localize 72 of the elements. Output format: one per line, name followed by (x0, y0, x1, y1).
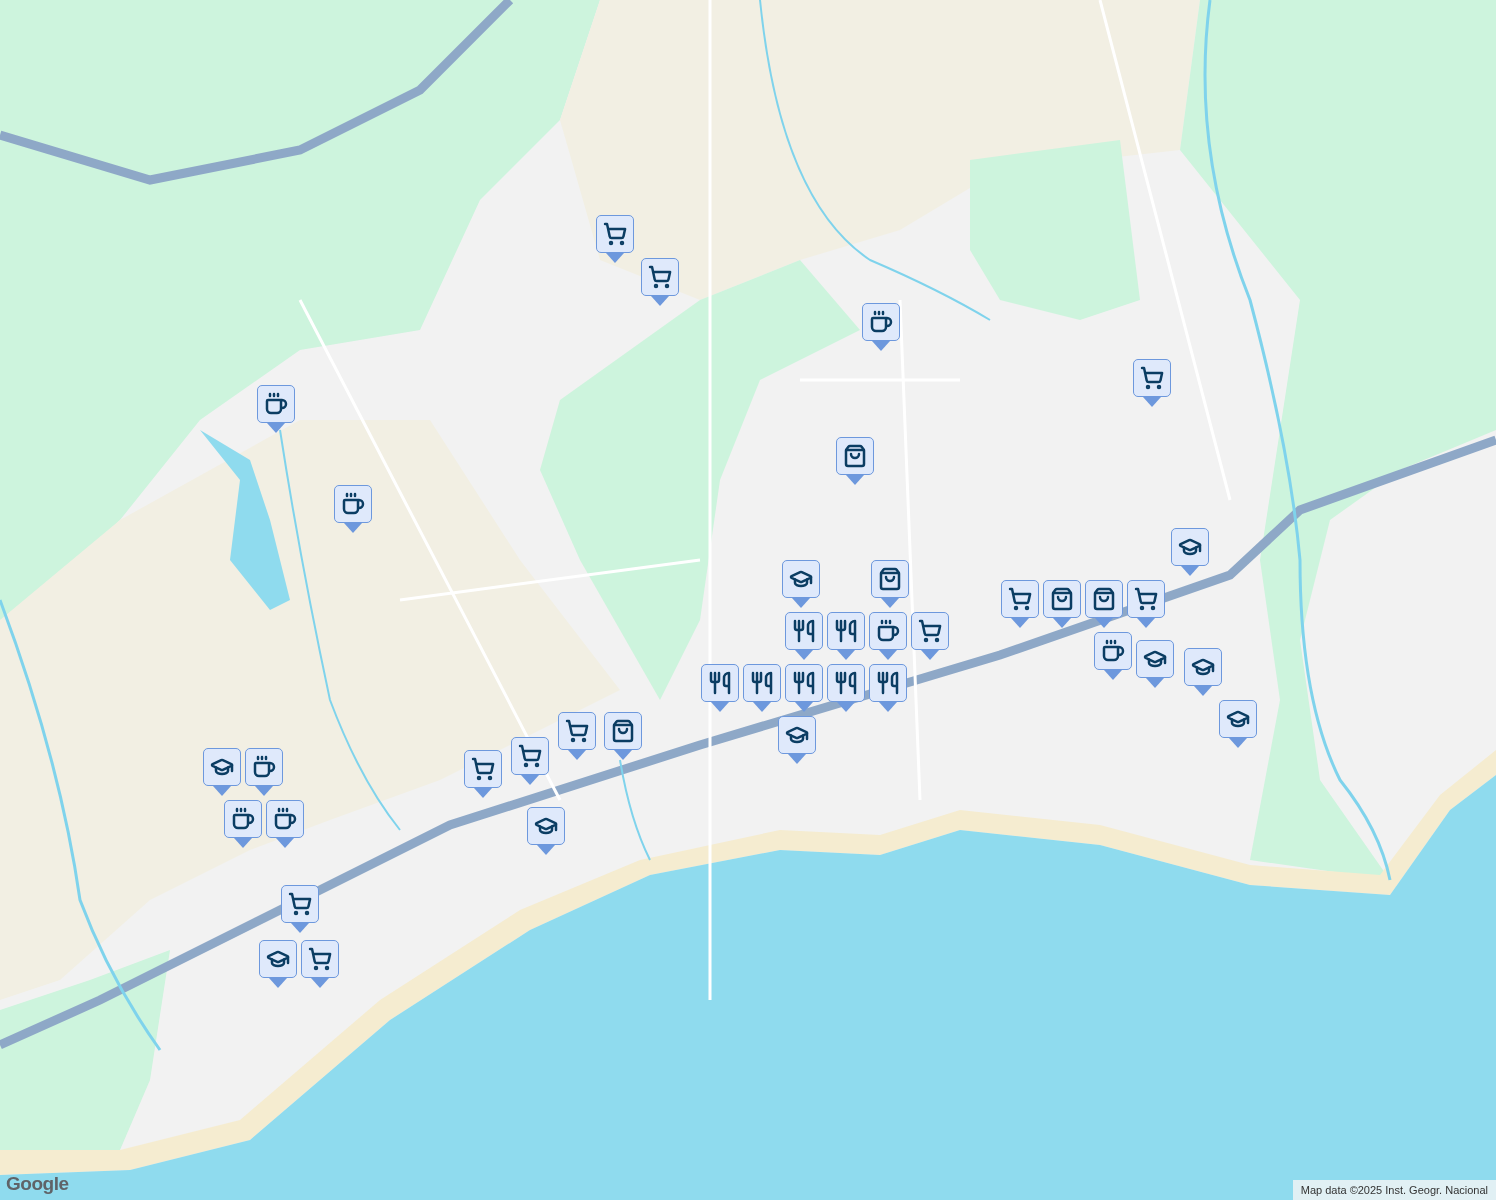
coffee-cup-icon (876, 619, 900, 643)
cart-icon (308, 947, 332, 971)
map-pin[interactable] (281, 885, 319, 933)
coffee-cup-icon (1101, 639, 1125, 663)
google-logo: Google (6, 1171, 69, 1196)
map-pin[interactable] (203, 748, 241, 796)
map-pin[interactable] (1184, 648, 1222, 696)
cart-icon (603, 222, 627, 246)
map-pin[interactable] (464, 750, 502, 798)
fork-knife-icon (708, 671, 732, 695)
map-pin[interactable] (827, 612, 865, 660)
map-pin[interactable] (1127, 580, 1165, 628)
cart-icon (471, 757, 495, 781)
map-pin[interactable] (836, 437, 874, 485)
map-pin[interactable] (1133, 359, 1171, 407)
fork-knife-icon (792, 619, 816, 643)
map-pin[interactable] (1043, 580, 1081, 628)
cart-icon (1008, 587, 1032, 611)
map-pin[interactable] (869, 612, 907, 660)
fork-knife-icon (834, 671, 858, 695)
coffee-cup-icon (252, 755, 276, 779)
map-pin[interactable] (701, 664, 739, 712)
map-pin[interactable] (511, 737, 549, 785)
map-pin[interactable] (604, 712, 642, 760)
shopping-bag-icon (1092, 587, 1116, 611)
map-pin[interactable] (334, 485, 372, 533)
map-pin[interactable] (224, 800, 262, 848)
cart-icon (288, 892, 312, 916)
map-pin[interactable] (782, 560, 820, 608)
map-pin[interactable] (785, 664, 823, 712)
map-pin[interactable] (259, 940, 297, 988)
map-pin[interactable] (1219, 700, 1257, 748)
cart-icon (648, 265, 672, 289)
fork-knife-icon (834, 619, 858, 643)
map-pin[interactable] (1001, 580, 1039, 628)
shopping-bag-icon (611, 719, 635, 743)
map-pin[interactable] (245, 748, 283, 796)
shopping-bag-icon (843, 444, 867, 468)
map-pin[interactable] (1094, 632, 1132, 680)
shopping-bag-icon (1050, 587, 1074, 611)
coffee-cup-icon (273, 807, 297, 831)
fork-knife-icon (750, 671, 774, 695)
map-pin[interactable] (1085, 580, 1123, 628)
map-pin[interactable] (266, 800, 304, 848)
coffee-cup-icon (869, 310, 893, 334)
coffee-cup-icon (264, 392, 288, 416)
map-pin[interactable] (641, 258, 679, 306)
map-pin[interactable] (301, 940, 339, 988)
map-pin[interactable] (862, 303, 900, 351)
cart-icon (918, 619, 942, 643)
map-pin[interactable] (527, 807, 565, 855)
map-pin[interactable] (1136, 640, 1174, 688)
map-pin[interactable] (871, 560, 909, 608)
map-pin[interactable] (869, 664, 907, 712)
shopping-bag-icon (878, 567, 902, 591)
map-pin[interactable] (743, 664, 781, 712)
cart-icon (1134, 587, 1158, 611)
fork-knife-icon (792, 671, 816, 695)
map-pin[interactable] (596, 215, 634, 263)
map-pin[interactable] (778, 716, 816, 764)
coffee-cup-icon (341, 492, 365, 516)
cart-icon (1140, 366, 1164, 390)
fork-knife-icon (876, 671, 900, 695)
map-pin[interactable] (827, 664, 865, 712)
map-pin[interactable] (785, 612, 823, 660)
map-pin[interactable] (257, 385, 295, 433)
map-pin[interactable] (558, 712, 596, 760)
cart-icon (565, 719, 589, 743)
coffee-cup-icon (231, 807, 255, 831)
map-pin[interactable] (911, 612, 949, 660)
cart-icon (518, 744, 542, 768)
map-pin[interactable] (1171, 528, 1209, 576)
